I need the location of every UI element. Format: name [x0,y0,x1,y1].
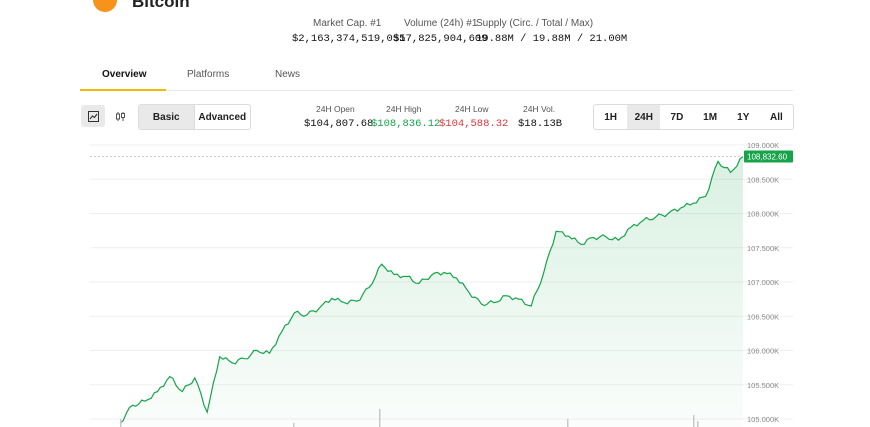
market-cap-value: $2,163,374,519,055 [292,33,406,45]
tab-bar: Overview Platforms News [80,60,793,91]
coin-name: Bitcoin [132,0,190,11]
y-tick-label: 108.500K [747,175,779,184]
range-1h[interactable]: 1H [594,105,627,129]
current-price-label: 108,832.60 [747,152,788,161]
vol-label: 24H Vol. [523,104,556,114]
line-chart-button[interactable] [81,105,105,127]
volume-bar [293,423,295,427]
open-label: 24H Open [316,104,355,114]
y-tick-label: 106.000K [747,347,779,356]
y-tick-label: 106.500K [747,312,779,321]
y-tick-label: 107.500K [747,244,779,253]
low-value: $104,588.32 [439,118,509,130]
low-label: 24H Low [455,104,489,114]
range-1y[interactable]: 1Y [727,105,760,129]
time-range-selector: 1H 24H 7D 1M 1Y All [593,104,794,130]
volume-value: $17,825,904,609 [393,33,488,45]
chart-mode-toggle: Basic Advanced [138,104,251,130]
candlestick-icon [115,111,125,121]
tab-platforms[interactable]: Platforms [187,69,229,80]
supply-label: Supply (Circ. / Total / Max) [476,18,594,29]
high-value: $108,836.12 [371,118,441,130]
price-area [120,156,743,427]
market-cap-label: Market Cap. #1 [313,18,382,29]
tab-news[interactable]: News [275,69,300,80]
candlestick-button[interactable] [108,105,132,127]
volume-bar [567,419,569,427]
volume-bar [120,419,122,427]
basic-button[interactable]: Basic [139,105,194,129]
y-tick-label: 105.000K [747,415,779,424]
tab-overview[interactable]: Overview [102,69,146,80]
volume-bar [379,409,381,427]
y-tick-label: 107.000K [747,278,779,287]
volume-bar [697,421,699,427]
range-all[interactable]: All [760,105,793,129]
supply-value: 19.88M / 19.88M / 21.00M [476,33,628,45]
advanced-button[interactable]: Advanced [193,105,251,129]
line-chart-icon [87,110,99,122]
bitcoin-logo-icon [93,0,117,12]
y-tick-label: 109.000K [747,141,779,150]
range-7d[interactable]: 7D [660,105,693,129]
y-tick-label: 108.000K [747,210,779,219]
volume-bar [693,415,695,427]
y-tick-label: 105.500K [747,381,779,390]
volume-label: Volume (24h) #1 [404,18,478,29]
range-24h[interactable]: 24H [627,105,661,129]
price-chart[interactable]: 105.000K 105.500K 106.000K 106.500K 107.000K… [0,135,870,427]
vol-value: $18.13B [518,118,563,130]
active-tab-indicator [80,89,166,91]
range-1m[interactable]: 1M [694,105,727,129]
open-value: $104,807.68 [304,118,374,130]
high-label: 24H High [386,104,422,114]
